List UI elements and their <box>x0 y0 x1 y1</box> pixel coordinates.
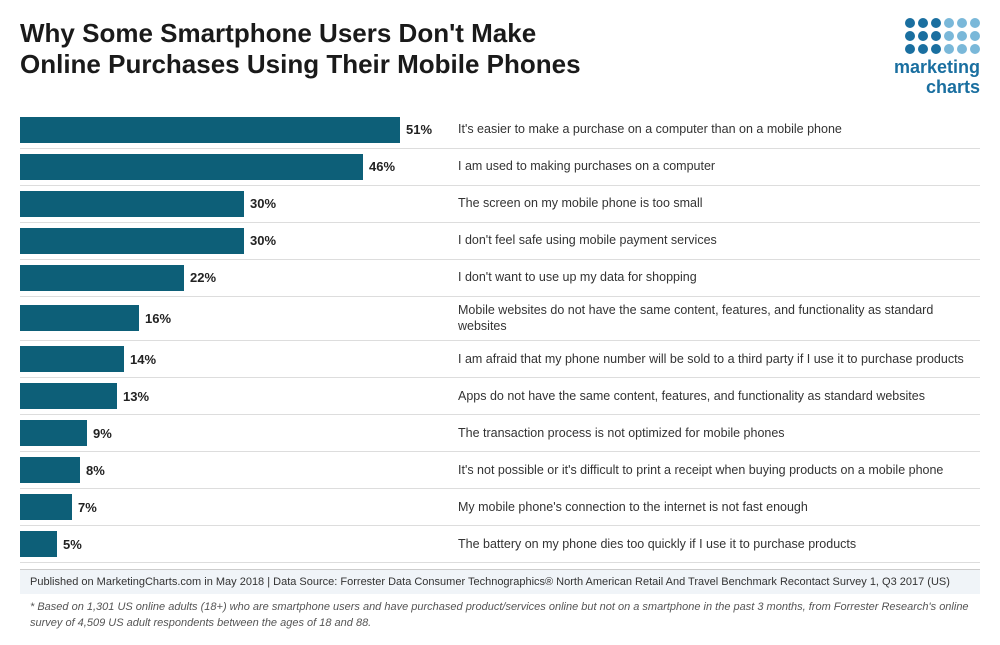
bar-pct-label: 8% <box>86 463 116 478</box>
bar <box>20 383 117 409</box>
bar-pct-label: 7% <box>78 500 108 515</box>
bar-pct-label: 9% <box>93 426 123 441</box>
chart-row: 30% The screen on my mobile phone is too… <box>20 186 980 223</box>
chart-row: 30% I don't feel safe using mobile payme… <box>20 223 980 260</box>
logo-dot <box>905 44 915 54</box>
chart-row: 14% I am afraid that my phone number wil… <box>20 341 980 378</box>
bar <box>20 117 400 143</box>
bar <box>20 494 72 520</box>
bar <box>20 457 80 483</box>
bar-cell: 22% <box>20 260 450 296</box>
bar <box>20 228 244 254</box>
bar-cell: 30% <box>20 223 450 259</box>
logo-dot <box>944 44 954 54</box>
bar <box>20 420 87 446</box>
logo-dot <box>957 18 967 28</box>
bar-cell: 51% <box>20 112 450 148</box>
chart-row: 8% It's not possible or it's difficult t… <box>20 452 980 489</box>
chart-row: 9% The transaction process is not optimi… <box>20 415 980 452</box>
chart-title: Why Some Smartphone Users Don't Make Onl… <box>20 18 581 80</box>
bar <box>20 265 184 291</box>
logo-dot <box>957 44 967 54</box>
bar-pct-label: 13% <box>123 389 153 404</box>
bar-description: It's easier to make a purchase on a comp… <box>450 112 980 148</box>
chart-row: 5% The battery on my phone dies too quic… <box>20 526 980 563</box>
chart-row: 22% I don't want to use up my data for s… <box>20 260 980 297</box>
logo-dot <box>918 31 928 41</box>
header: Why Some Smartphone Users Don't Make Onl… <box>20 18 980 98</box>
logo-dot <box>957 31 967 41</box>
logo-dot <box>931 44 941 54</box>
chart-row: 13% Apps do not have the same content, f… <box>20 378 980 415</box>
bar <box>20 154 363 180</box>
bar-cell: 13% <box>20 378 450 414</box>
logo-text: marketing charts <box>894 58 980 98</box>
bar-description: Mobile websites do not have the same con… <box>450 297 980 341</box>
bar-description: The screen on my mobile phone is too sma… <box>450 186 980 222</box>
logo-dots <box>905 18 980 54</box>
chart-row: 46% I am used to making purchases on a c… <box>20 149 980 186</box>
bar-description: I am afraid that my phone number will be… <box>450 341 980 377</box>
logo-dot <box>918 44 928 54</box>
bar <box>20 531 57 557</box>
bar <box>20 346 124 372</box>
bar-cell: 14% <box>20 341 450 377</box>
bar-cell: 9% <box>20 415 450 451</box>
logo-dot <box>944 31 954 41</box>
bar-cell: 16% <box>20 297 450 341</box>
logo-dot <box>905 31 915 41</box>
bar-cell: 30% <box>20 186 450 222</box>
logo-dot <box>944 18 954 28</box>
logo-dot <box>970 31 980 41</box>
bar-pct-label: 5% <box>63 537 93 552</box>
logo-dot <box>931 31 941 41</box>
logo-dot <box>905 18 915 28</box>
bar-pct-label: 30% <box>250 233 280 248</box>
chart-row: 16% Mobile websites do not have the same… <box>20 297 980 342</box>
chart-row: 7% My mobile phone's connection to the i… <box>20 489 980 526</box>
bar-description: I don't feel safe using mobile payment s… <box>450 223 980 259</box>
footer-main: Published on MarketingCharts.com in May … <box>20 569 980 594</box>
main-container: Why Some Smartphone Users Don't Make Onl… <box>0 0 1000 645</box>
bar-pct-label: 51% <box>406 122 436 137</box>
chart-row: 51% It's easier to make a purchase on a … <box>20 112 980 149</box>
bar <box>20 191 244 217</box>
bar-description: I am used to making purchases on a compu… <box>450 149 980 185</box>
logo-dot <box>970 18 980 28</box>
bar-description: Apps do not have the same content, featu… <box>450 378 980 414</box>
logo-dot <box>970 44 980 54</box>
logo-dot <box>918 18 928 28</box>
footer-note: * Based on 1,301 US online adults (18+) … <box>20 594 980 635</box>
bar-description: I don't want to use up my data for shopp… <box>450 260 980 296</box>
bar-description: It's not possible or it's difficult to p… <box>450 452 980 488</box>
bar-cell: 8% <box>20 452 450 488</box>
bar-pct-label: 16% <box>145 311 175 326</box>
logo-dot <box>931 18 941 28</box>
bar-pct-label: 14% <box>130 352 160 367</box>
bar <box>20 305 139 331</box>
bar-pct-label: 30% <box>250 196 280 211</box>
bar-cell: 46% <box>20 149 450 185</box>
bar-description: My mobile phone's connection to the inte… <box>450 489 980 525</box>
bar-cell: 7% <box>20 489 450 525</box>
bar-description: The transaction process is not optimized… <box>450 415 980 451</box>
chart-area: 51% It's easier to make a purchase on a … <box>20 112 980 564</box>
bar-pct-label: 46% <box>369 159 399 174</box>
bar-pct-label: 22% <box>190 270 220 285</box>
logo-area: marketing charts <box>840 18 980 98</box>
